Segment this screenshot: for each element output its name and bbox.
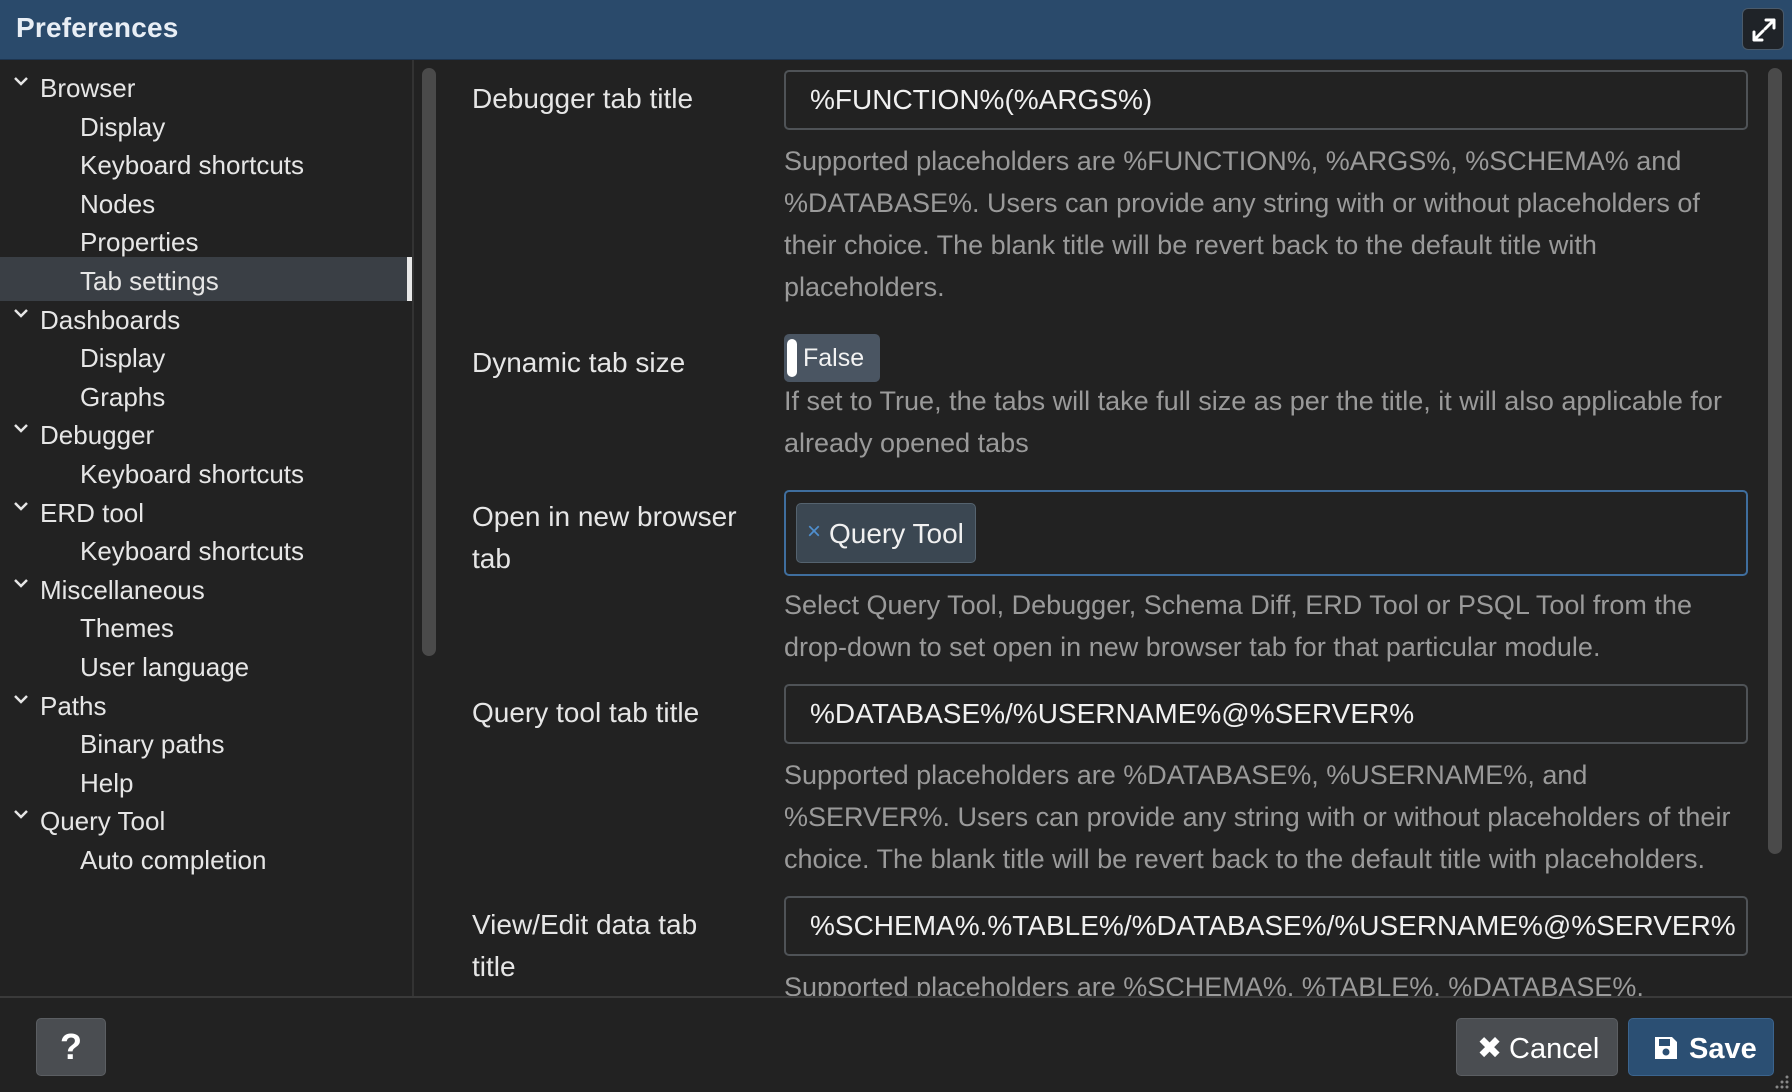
tree-scrollbar[interactable] [422, 68, 436, 656]
toggle-value: False [803, 344, 865, 372]
expand-icon [1752, 18, 1776, 42]
chevron-down-icon[interactable] [12, 690, 30, 708]
window-title: Preferences [16, 12, 179, 43]
preferences-tree: Browser Display Keyboard shortcuts Nodes Pro… [0, 60, 414, 996]
tree-item-label: Auto completion [80, 845, 267, 875]
open-in-new-tab-label: Open in new browser tab [472, 501, 737, 574]
tree-item-label: Display [80, 343, 166, 373]
floppy-disk-icon [1655, 1037, 1677, 1059]
maximize-button[interactable] [1742, 8, 1784, 50]
dialog-footer: ? ✖ Cancel Save [0, 996, 1792, 1092]
query-tool-tab-title-help: Supported placeholders are %DATABASE%, %… [784, 760, 1731, 874]
tree-item-label: Browser [40, 73, 136, 103]
tree-item-label: Properties [80, 227, 199, 257]
save-label: Save [1689, 1033, 1757, 1065]
content-scrollbar[interactable] [1768, 68, 1782, 854]
resize-grip-icon[interactable] [1774, 1074, 1790, 1090]
tree-item-label: Miscellaneous [40, 575, 205, 605]
dynamic-tab-size-toggle[interactable]: False [784, 334, 880, 382]
query-tool-tab-title-label: Query tool tab title [472, 697, 700, 728]
tree-item-debugger[interactable]: Debugger [0, 411, 412, 455]
cancel-label: Cancel [1509, 1033, 1600, 1065]
chip-remove-icon[interactable]: × [807, 518, 821, 546]
tree-item-label: Display [80, 112, 166, 142]
selected-chip-query-tool: × Query Tool [796, 503, 976, 563]
tree-item-binary-paths[interactable]: Binary paths [0, 720, 412, 764]
chevron-down-icon[interactable] [12, 574, 30, 592]
window-titlebar: Preferences [0, 0, 1792, 60]
tree-item-keyboard-shortcuts[interactable]: Keyboard shortcuts [0, 450, 412, 494]
chevron-down-icon[interactable] [12, 304, 30, 322]
debugger-tab-title-label: Debugger tab title [472, 83, 694, 114]
tree-item-label: Paths [40, 691, 107, 721]
tree-item-browser[interactable]: Browser [0, 64, 412, 108]
view-edit-tab-title-input[interactable]: %SCHEMA%.%TABLE%/%DATABASE%/%USERNAME%@%… [784, 896, 1748, 956]
query-tool-tab-title-input[interactable]: %DATABASE%/%USERNAME%@%SERVER% [784, 684, 1748, 744]
tree-item-label: Query Tool [40, 806, 166, 836]
tree-item-label: Debugger [40, 420, 155, 450]
view-edit-tab-title-label: View/Edit data tab title [472, 909, 698, 982]
preferences-content: Debugger tab title %FUNCTION%(%ARGS%) Su… [446, 60, 1764, 996]
tree-item-query-tool[interactable]: Query Tool [0, 797, 412, 841]
toggle-knob [787, 339, 797, 377]
chevron-down-icon[interactable] [12, 805, 30, 823]
chip-label: Query Tool [829, 518, 964, 549]
tree-item-label: Themes [80, 613, 174, 643]
tree-item-label: Keyboard shortcuts [80, 536, 305, 566]
tree-item-tab-settings[interactable]: Tab settings [0, 257, 412, 301]
tree-item-label: Dashboards [40, 305, 181, 335]
tree-item-label: Help [80, 768, 134, 798]
tree-item-auto-completion[interactable]: Auto completion [0, 836, 412, 880]
chevron-down-icon[interactable] [12, 419, 30, 437]
cancel-button[interactable]: ✖ Cancel [1456, 1018, 1618, 1076]
close-icon: ✖ [1477, 1032, 1503, 1065]
dynamic-tab-size-label: Dynamic tab size [472, 347, 686, 378]
tree-item-label: Keyboard shortcuts [80, 150, 305, 180]
tree-item-keyboard-shortcuts[interactable]: Keyboard shortcuts [0, 527, 412, 571]
tree-item-themes[interactable]: Themes [0, 604, 412, 648]
tree-item-user-language[interactable]: User language [0, 643, 412, 687]
tree-item-label: ERD tool [40, 498, 145, 528]
open-in-new-tab-help: Select Query Tool, Debugger, Schema Diff… [784, 590, 1692, 662]
tree-item-label: Binary paths [80, 729, 225, 759]
tree-item-label: Nodes [80, 189, 156, 219]
tree-item-properties[interactable]: Properties [0, 218, 412, 262]
dynamic-tab-size-help: If set to True, the tabs will take full … [784, 386, 1722, 458]
chevron-down-icon[interactable] [12, 72, 30, 90]
tree-item-label: Graphs [80, 382, 166, 412]
tree-item-display[interactable]: Display [0, 334, 412, 378]
help-button[interactable]: ? [36, 1018, 106, 1076]
chevron-down-icon[interactable] [12, 497, 30, 515]
save-button[interactable]: Save [1628, 1018, 1774, 1076]
view-edit-tab-title-help: Supported placeholders are %SCHEMA%, %TA… [784, 972, 1644, 996]
tree-item-label: User language [80, 652, 250, 682]
tree-item-label: Keyboard shortcuts [80, 459, 305, 489]
debugger-tab-title-input[interactable]: %FUNCTION%(%ARGS%) [784, 70, 1748, 130]
debugger-tab-title-help: Supported placeholders are %FUNCTION%, %… [784, 146, 1700, 302]
open-in-new-tab-select[interactable]: × Query Tool [784, 490, 1748, 576]
tree-item-keyboard-shortcuts[interactable]: Keyboard shortcuts [0, 141, 412, 185]
tree-item-label: Tab settings [80, 266, 219, 296]
